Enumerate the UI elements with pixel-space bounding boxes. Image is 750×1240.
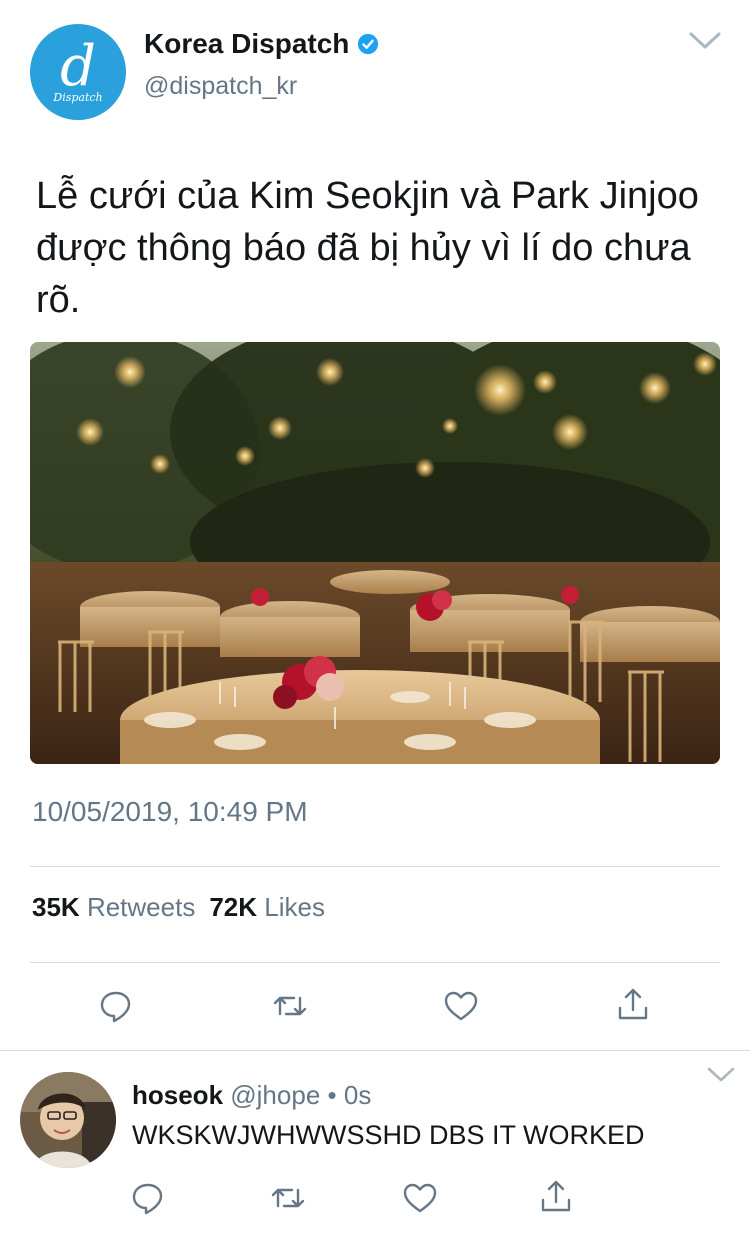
tweet-text: Lễ cưới của Kim Seokjin và Park Jinjoo đ… (36, 175, 699, 321)
retweets-label: Retweets (86, 892, 196, 922)
share-button[interactable] (615, 986, 651, 1022)
avatar-letter: d (60, 33, 96, 99)
reply-retweet-button[interactable] (270, 1180, 306, 1216)
reply-share-button[interactable] (538, 1178, 574, 1214)
avatar-label: Dispatch (53, 90, 103, 104)
reply-header: hoseok @jhope • 0s (132, 1080, 371, 1111)
wedding-venue-photo (30, 342, 720, 764)
retweets-count: 35K (32, 892, 80, 922)
retweet-icon (273, 996, 307, 1016)
reply-text: WKSKWJWHWWSSHD DBS IT WORKED (132, 1120, 645, 1150)
likes-count: 72K (209, 892, 258, 922)
like-button[interactable] (443, 988, 479, 1024)
share-icon (618, 988, 648, 1020)
retweet-button[interactable] (272, 988, 308, 1024)
tweet-stats: 35K Retweets 72K Likes (32, 892, 325, 923)
divider (30, 866, 720, 867)
tweet-photo[interactable] (30, 342, 720, 764)
reply-icon (100, 991, 131, 1023)
like-icon (444, 991, 478, 1021)
reply-time[interactable]: 0s (344, 1080, 371, 1110)
chevron-down-icon[interactable] (688, 30, 722, 52)
reply-icon (132, 1183, 163, 1215)
reply-author-name[interactable]: hoseok (132, 1080, 223, 1110)
tweet-timestamp[interactable]: 10/05/2019, 10:49 PM (32, 796, 308, 828)
author-handle[interactable]: @dispatch_kr (144, 72, 297, 101)
reply-avatar[interactable] (20, 1072, 116, 1168)
like-icon (403, 1183, 437, 1213)
reply-meta-separator: • (327, 1080, 337, 1110)
chevron-down-icon[interactable] (706, 1066, 736, 1084)
author-name-row[interactable]: Korea Dispatch (144, 28, 379, 60)
likes-label: Likes (264, 892, 325, 922)
reply-author-handle[interactable]: @jhope (230, 1080, 320, 1110)
retweets-stat[interactable]: 35K Retweets (32, 892, 195, 923)
share-icon (541, 1180, 571, 1212)
author-name[interactable]: Korea Dispatch (144, 28, 349, 60)
reply-button[interactable] (98, 988, 134, 1024)
retweet-icon (271, 1188, 305, 1208)
reply-avatar-photo (20, 1072, 116, 1168)
verified-badge-icon (358, 33, 379, 55)
reply-like-button[interactable] (402, 1180, 438, 1216)
likes-stat[interactable]: 72K Likes (209, 892, 325, 923)
section-separator (0, 1050, 750, 1051)
divider (30, 962, 720, 963)
author-avatar[interactable]: d Dispatch (30, 24, 126, 120)
reply-reply-button[interactable] (130, 1180, 166, 1216)
